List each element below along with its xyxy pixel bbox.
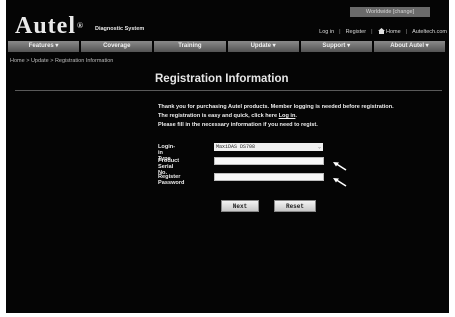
intro-line-3: Please fill in the necessary information… <box>158 122 318 128</box>
home-icon <box>377 28 385 34</box>
login-link[interactable]: Log in <box>319 29 334 35</box>
home-link[interactable]: Home <box>377 28 401 35</box>
intro-line-2: The registration is easy and quick, clic… <box>158 113 297 119</box>
password-label: Register Password <box>158 174 185 186</box>
link-separator: | <box>405 28 408 35</box>
chevron-down-icon: ⌄ <box>317 144 321 150</box>
register-link[interactable]: Register <box>346 29 366 35</box>
auteltech-link[interactable]: Auteltech.com <box>412 29 447 35</box>
link-separator: | <box>339 28 341 35</box>
password-input[interactable] <box>214 173 324 181</box>
nav-about-autel[interactable]: About Autel ▾ <box>373 41 446 52</box>
breadcrumb[interactable]: Home > Update > Registration Information <box>10 58 113 64</box>
login-type-select[interactable]: MaxiDAS DS708 ⌄ <box>214 143 323 151</box>
nav-training[interactable]: Training <box>154 41 226 52</box>
nav-support[interactable]: Support ▾ <box>300 41 372 52</box>
intro-line-1: Thank you for purchasing Autel products.… <box>158 104 394 110</box>
logo-tagline: Diagnostic System <box>95 26 145 32</box>
page-title: Registration Information <box>155 73 289 85</box>
arrow-pointer-icon <box>333 178 347 187</box>
worldwide-change-link[interactable]: Worldwide [change] <box>350 7 430 17</box>
nav-update[interactable]: Update ▾ <box>227 41 299 52</box>
arrow-pointer-icon <box>333 162 347 171</box>
autel-logo[interactable]: Autel® <box>15 14 84 38</box>
login-inline-link[interactable]: Log in <box>279 113 296 119</box>
link-separator: | <box>371 28 373 35</box>
nav-features[interactable]: Features ▾ <box>8 41 80 52</box>
intro-text: Thank you for purchasing Autel products.… <box>158 103 394 130</box>
title-divider <box>15 90 442 91</box>
next-button[interactable]: Next <box>221 200 259 212</box>
reset-button[interactable]: Reset <box>274 200 316 212</box>
nav-coverage[interactable]: Coverage <box>81 41 153 52</box>
top-links: Log in | Register | Home | Auteltech.com <box>319 28 447 35</box>
serial-input[interactable] <box>214 157 324 165</box>
main-nav: Features ▾ Coverage Training Update ▾ Su… <box>8 41 446 52</box>
